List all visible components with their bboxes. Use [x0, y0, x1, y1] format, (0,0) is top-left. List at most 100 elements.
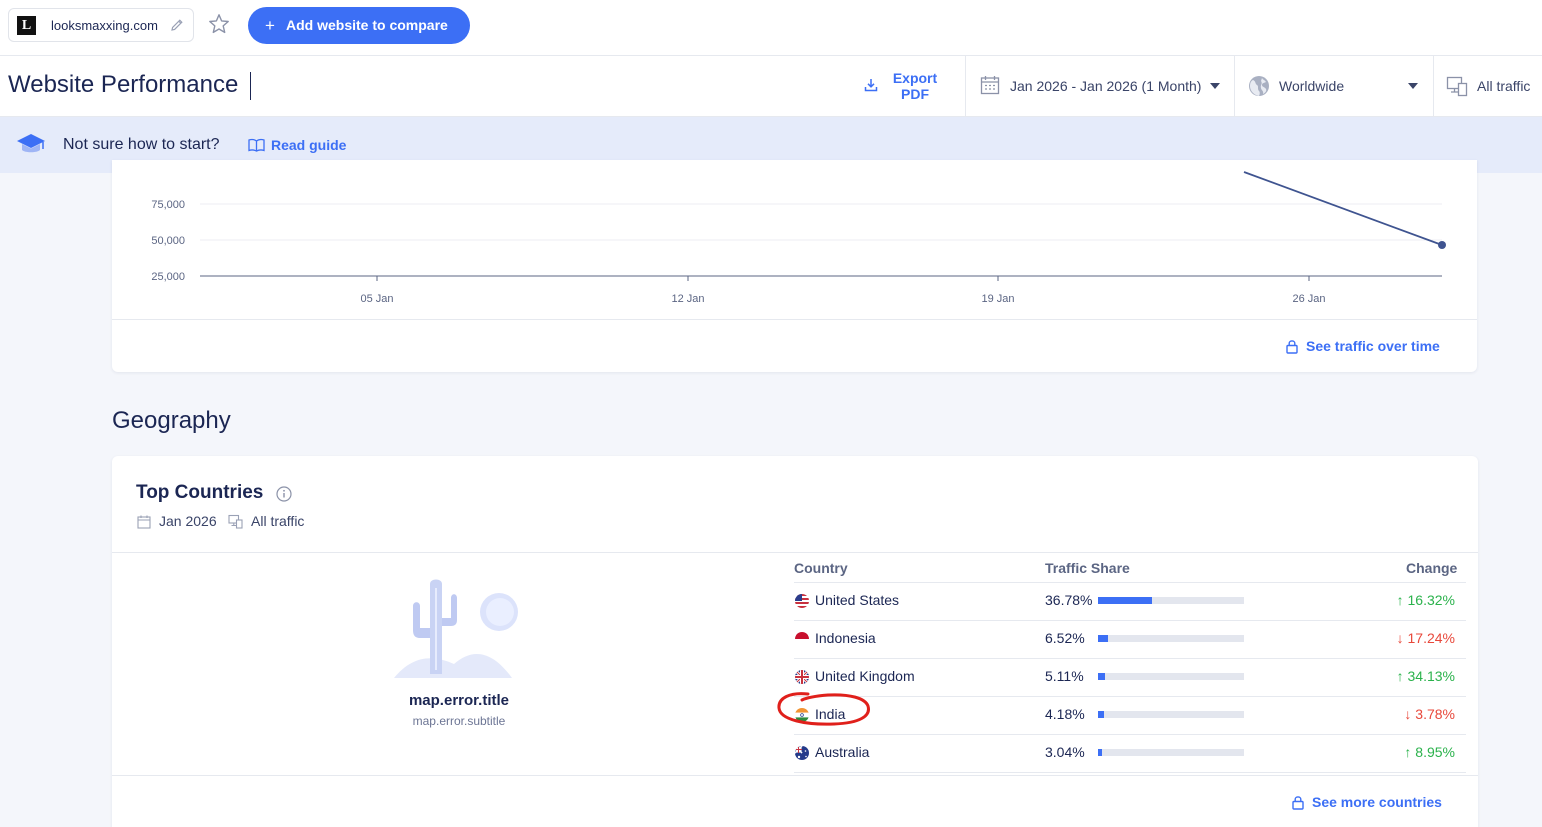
- date-range-dropdown[interactable]: Jan 2026 - Jan 2026 (1 Month): [978, 74, 1228, 98]
- traffic-share-fill: [1098, 673, 1106, 680]
- arrow-up-icon: ↑: [1404, 744, 1416, 760]
- card-title: Top Countries: [136, 482, 264, 503]
- pencil-icon[interactable]: [169, 17, 185, 33]
- site-favicon: L: [17, 16, 36, 35]
- region-dropdown[interactable]: Worldwide: [1248, 74, 1423, 98]
- arrow-down-icon: ↓: [1396, 630, 1408, 646]
- traffic-data-point: [1438, 241, 1446, 249]
- au-flag-icon: [795, 746, 809, 760]
- traffic-share-bar: [1098, 635, 1244, 642]
- devices-icon: [1446, 76, 1468, 97]
- traffic-line-chart: 75,000 50,000 25,000 05 Jan 12 Jan 19 Jan 26 J…: [151, 171, 1446, 305]
- traffic-share-bar: [1098, 711, 1244, 718]
- traffic-share-bar: [1098, 673, 1244, 680]
- country-name[interactable]: India: [815, 706, 845, 722]
- traffic-type-dropdown[interactable]: All traffic: [1446, 74, 1542, 98]
- arrow-up-icon: ↑: [1396, 668, 1408, 684]
- globe-icon: [1249, 76, 1269, 96]
- table-row[interactable]: United States 36.78% ↑ 16.32%: [794, 582, 1466, 620]
- card-divider: [112, 775, 1478, 776]
- traffic-share-fill: [1098, 749, 1103, 756]
- add-website-label: Add website to compare: [286, 17, 448, 33]
- change-value: ↑ 34.13%: [1396, 668, 1455, 684]
- info-icon[interactable]: [276, 486, 292, 502]
- map-error-subtitle: map.error.subtitle: [412, 714, 506, 728]
- lock-icon: [1286, 340, 1298, 354]
- export-label: Export PDF: [892, 70, 938, 102]
- divider: [965, 56, 966, 117]
- see-traffic-over-time-link[interactable]: See traffic over time: [1306, 338, 1440, 354]
- traffic-share-value: 4.18%: [1045, 706, 1085, 722]
- column-header-traffic-share[interactable]: Traffic Share: [1045, 560, 1130, 576]
- region-label: Worldwide: [1279, 78, 1345, 94]
- add-website-button[interactable]: + Add website to compare: [248, 7, 470, 44]
- calendar-icon: [137, 515, 151, 529]
- star-icon[interactable]: [207, 12, 231, 36]
- country-name[interactable]: Australia: [815, 744, 869, 760]
- text-caret: [250, 72, 251, 100]
- page-header: Website Performance Export PDF Jan 2026 …: [0, 56, 1542, 117]
- banner-text: Not sure how to start?: [63, 136, 220, 153]
- change-value: ↓ 3.78%: [1404, 706, 1455, 722]
- site-name: looksmaxxing.com: [51, 18, 158, 33]
- cactus-illustration-icon: [394, 579, 518, 678]
- map-error-title: map.error.title: [408, 692, 510, 709]
- y-tick-label: 25,000: [151, 271, 185, 283]
- change-value: ↓ 17.24%: [1396, 630, 1455, 646]
- traffic-share-bar: [1098, 749, 1244, 756]
- country-name[interactable]: United Kingdom: [815, 668, 915, 684]
- chevron-down-icon: [1210, 83, 1220, 89]
- traffic-share-value: 3.04%: [1045, 744, 1085, 760]
- date-range-label: Jan 2026 - Jan 2026 (1 Month): [1010, 78, 1202, 94]
- country-name[interactable]: Indonesia: [815, 630, 876, 646]
- page-title[interactable]: Website Performance: [8, 71, 238, 99]
- traffic-share-fill: [1098, 635, 1108, 642]
- card-date: Jan 2026: [159, 513, 217, 529]
- x-tick-label: 19 Jan: [981, 293, 1014, 305]
- card-traffic-type: All traffic: [251, 513, 305, 529]
- traffic-share-value: 6.52%: [1045, 630, 1085, 646]
- x-tick-label: 26 Jan: [1292, 293, 1325, 305]
- traffic-share-bar: [1098, 597, 1244, 604]
- traffic-share-value: 5.11%: [1045, 668, 1084, 684]
- table-row[interactable]: Australia 3.04% ↑ 8.95%: [794, 734, 1466, 772]
- export-pdf-button[interactable]: Export PDF: [858, 70, 958, 104]
- geography-heading: Geography: [112, 407, 231, 434]
- country-name[interactable]: United States: [815, 592, 899, 608]
- traffic-series-line: [1243, 171, 1443, 246]
- table-row[interactable]: United Kingdom 5.11% ↑ 34.13%: [794, 658, 1466, 696]
- us-flag-icon: [795, 594, 809, 608]
- graduation-cap-icon: [17, 134, 45, 153]
- read-guide-link[interactable]: Read guide: [271, 137, 346, 153]
- card-divider: [112, 552, 1478, 553]
- card-divider: [112, 319, 1477, 320]
- traffic-share-fill: [1098, 597, 1152, 604]
- chevron-down-icon: [1408, 83, 1418, 89]
- arrow-up-icon: ↑: [1396, 592, 1408, 608]
- traffic-chart-card: 75,000 50,000 25,000 05 Jan 12 Jan 19 Jan 26 J…: [112, 160, 1477, 372]
- arrow-down-icon: ↓: [1404, 706, 1416, 722]
- table-row[interactable]: Indonesia 6.52% ↓ 17.24%: [794, 620, 1466, 658]
- divider: [1433, 56, 1434, 117]
- column-header-change[interactable]: Change: [1406, 560, 1457, 576]
- change-value: ↑ 8.95%: [1404, 744, 1455, 760]
- see-more-countries-link[interactable]: See more countries: [1312, 794, 1442, 810]
- gb-flag-icon: [795, 670, 809, 684]
- lock-icon: [1292, 796, 1304, 810]
- y-tick-label: 75,000: [151, 199, 185, 211]
- change-value: ↑ 16.32%: [1396, 592, 1455, 608]
- table-row-border: [794, 772, 1466, 773]
- calendar-icon: [980, 76, 1000, 95]
- column-header-country[interactable]: Country: [794, 560, 848, 576]
- y-tick-label: 50,000: [151, 235, 185, 247]
- divider: [1234, 56, 1235, 117]
- book-icon[interactable]: [248, 138, 265, 152]
- table-row[interactable]: India 4.18% ↓ 3.78%: [794, 696, 1466, 734]
- traffic-share-fill: [1098, 711, 1105, 718]
- in-flag-icon: [795, 708, 809, 722]
- traffic-share-value: 36.78%: [1045, 592, 1093, 608]
- devices-icon: [228, 514, 243, 529]
- traffic-type-label: All traffic: [1477, 78, 1531, 94]
- site-chip[interactable]: L looksmaxxing.com: [8, 8, 194, 42]
- x-tick-label: 05 Jan: [360, 293, 393, 305]
